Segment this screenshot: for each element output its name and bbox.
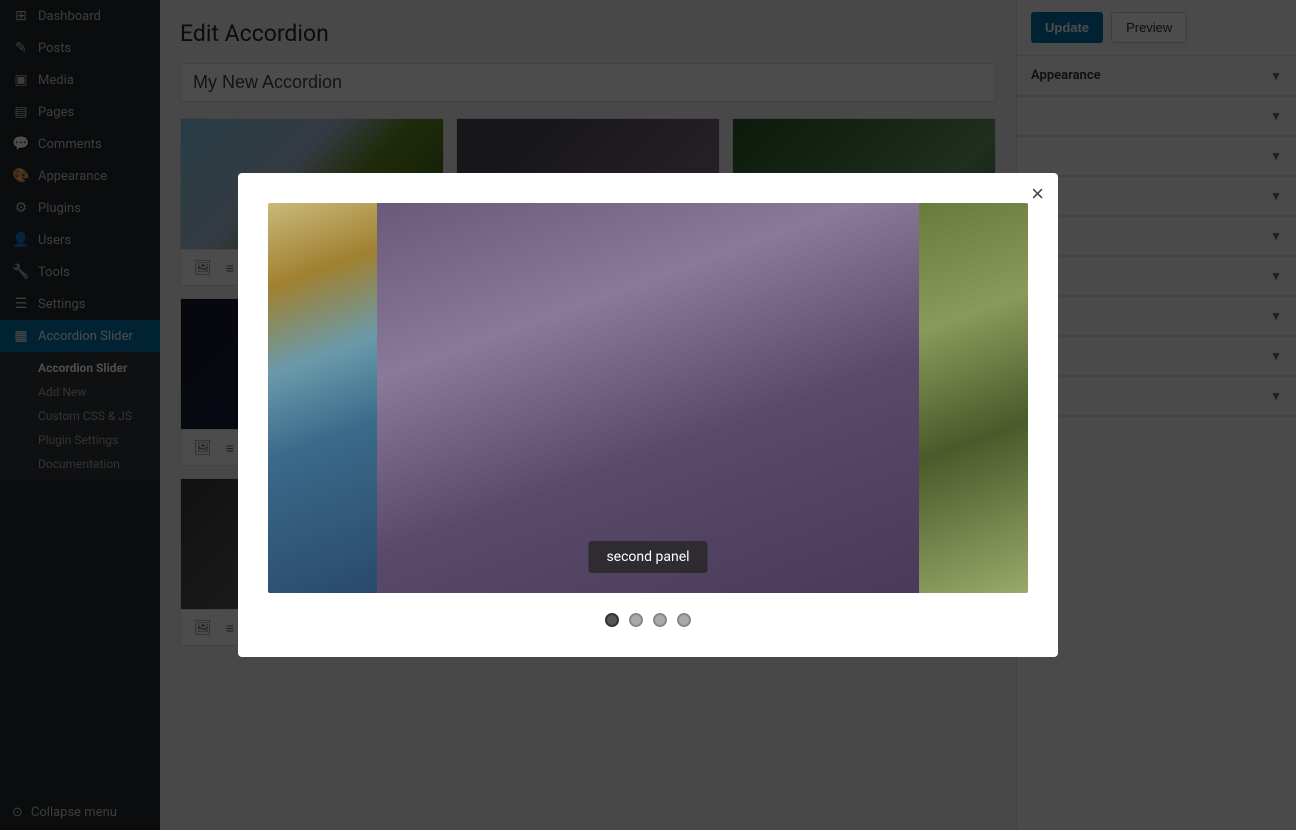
dot-1[interactable]: [605, 613, 619, 627]
accordion-panel-2-bg: [377, 203, 920, 593]
dot-3[interactable]: [653, 613, 667, 627]
accordion-slider-preview: second panel: [268, 203, 1028, 593]
accordion-panel-1[interactable]: [268, 203, 377, 593]
modal-overlay[interactable]: × second panel: [0, 0, 1296, 830]
modal-box: × second panel: [238, 173, 1058, 657]
accordion-panel-3-bg: [919, 203, 1028, 593]
modal-close-button[interactable]: ×: [1031, 183, 1044, 205]
dot-4[interactable]: [677, 613, 691, 627]
modal-dots: [268, 613, 1028, 627]
accordion-panel-1-bg: [268, 203, 377, 593]
panel-2-label: second panel: [588, 541, 707, 573]
dot-2[interactable]: [629, 613, 643, 627]
accordion-panel-3[interactable]: [919, 203, 1028, 593]
accordion-panel-2[interactable]: second panel: [377, 203, 920, 593]
